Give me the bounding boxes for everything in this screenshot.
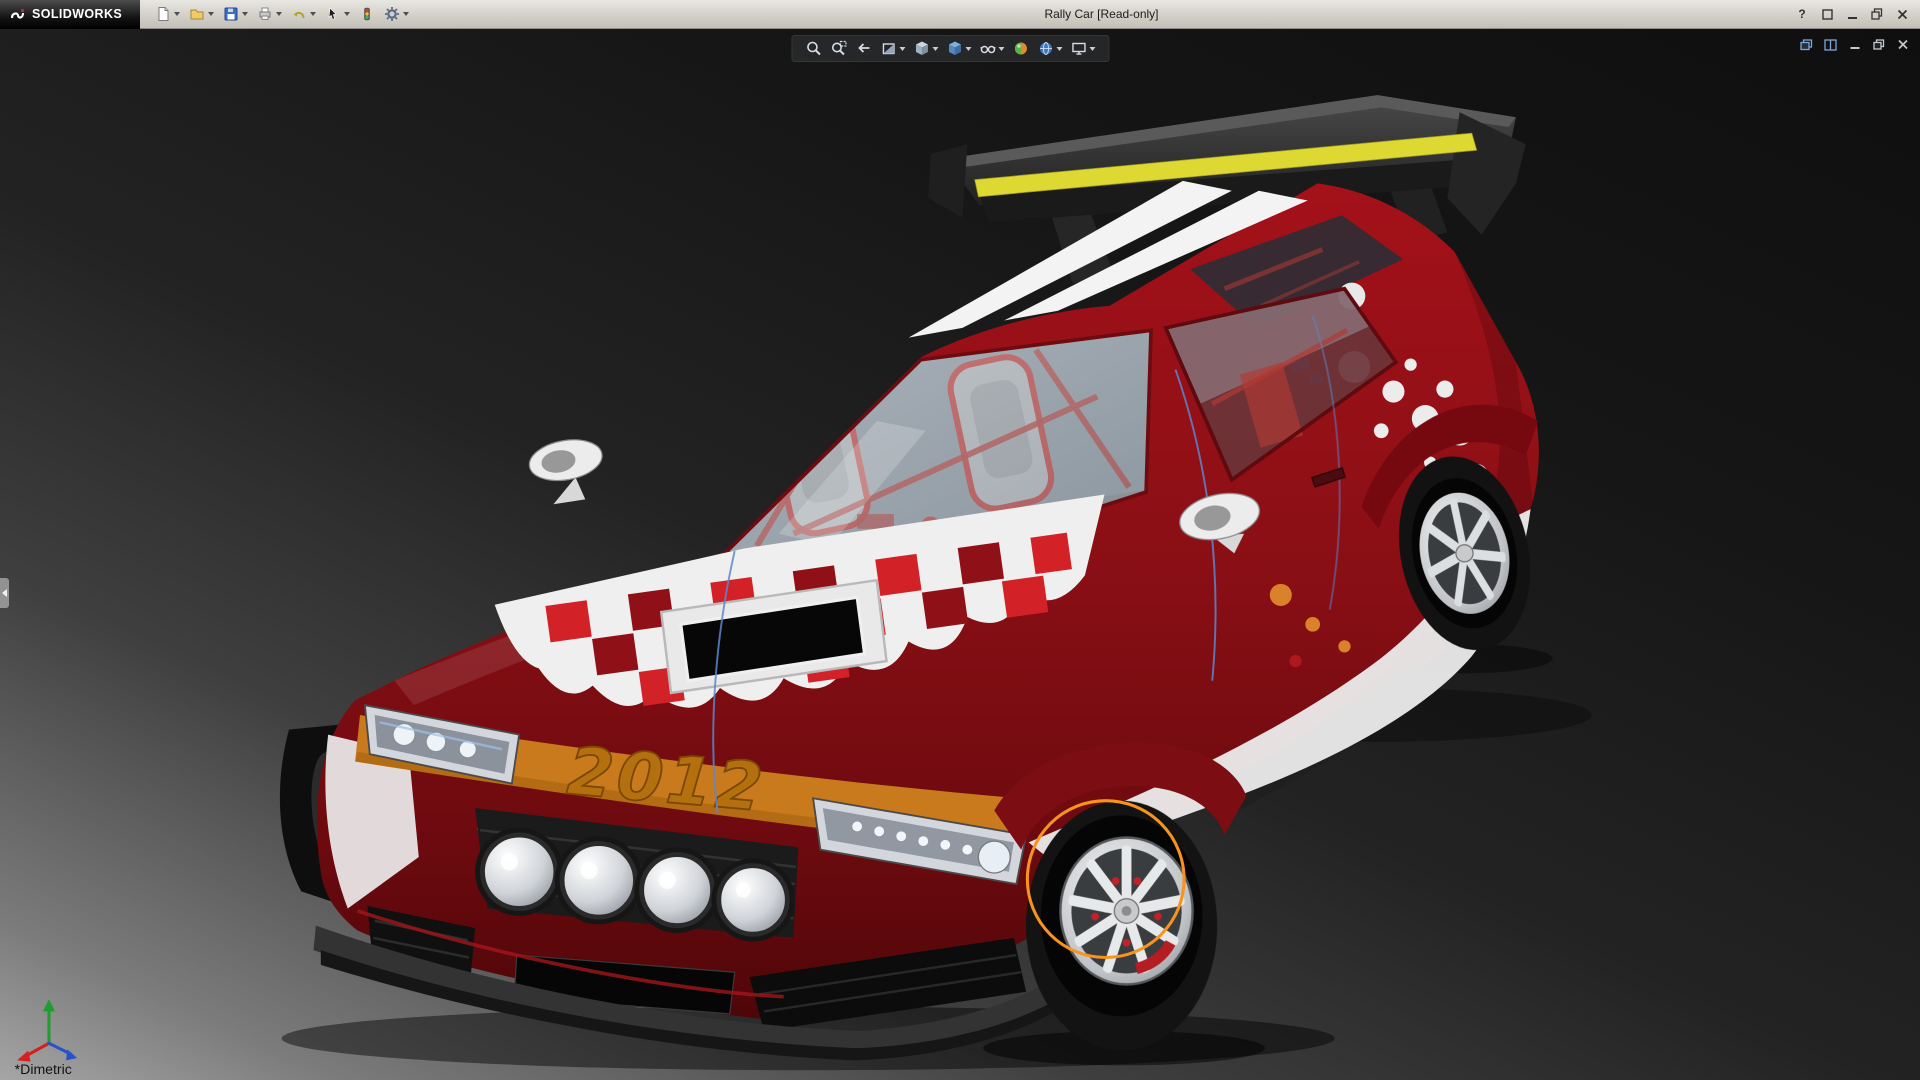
doc-restore-icon bbox=[1873, 39, 1885, 50]
window-controls: ? bbox=[1791, 5, 1920, 24]
view-settings-button[interactable] bbox=[1070, 40, 1095, 57]
dropdown-caret bbox=[208, 12, 214, 16]
doc-minimize-button[interactable] bbox=[1846, 37, 1863, 52]
save-button[interactable] bbox=[220, 4, 251, 24]
left-mirror bbox=[526, 434, 605, 504]
cascade-windows-button[interactable] bbox=[1798, 37, 1815, 52]
view-orientation-button[interactable] bbox=[913, 40, 938, 57]
help-button[interactable]: ? bbox=[1791, 5, 1813, 24]
cascade-icon bbox=[1800, 39, 1813, 51]
dropdown-caret bbox=[965, 47, 971, 51]
view-settings-icon bbox=[1070, 40, 1087, 57]
rebuild-icon bbox=[359, 6, 375, 22]
restore-icon bbox=[1871, 8, 1883, 20]
solidworks-window: SOLIDWORKS bbox=[0, 0, 1920, 1080]
options-button[interactable] bbox=[381, 4, 412, 24]
logo-text: SOLIDWORKS bbox=[32, 7, 122, 21]
section-view-icon bbox=[880, 40, 897, 57]
previous-view-button[interactable] bbox=[855, 40, 872, 57]
tile-icon bbox=[1824, 39, 1837, 51]
doc-close-icon bbox=[1897, 39, 1909, 50]
display-style-button[interactable] bbox=[946, 40, 971, 57]
panel-expand-handle[interactable] bbox=[0, 578, 9, 608]
doc-restore-button[interactable] bbox=[1870, 37, 1887, 52]
standard-toolbar bbox=[152, 4, 412, 24]
open-folder-icon bbox=[189, 6, 205, 22]
dropdown-caret bbox=[932, 47, 938, 51]
fullscreen-icon bbox=[1822, 9, 1833, 20]
hide-show-items-icon bbox=[979, 40, 996, 57]
dropdown-caret bbox=[1089, 47, 1095, 51]
print-button[interactable] bbox=[254, 4, 285, 24]
rally-car-model[interactable]: 2012 bbox=[280, 95, 1547, 1060]
previous-view-icon bbox=[855, 40, 872, 57]
section-view-button[interactable] bbox=[880, 40, 905, 57]
save-icon bbox=[223, 6, 239, 22]
tile-windows-button[interactable] bbox=[1822, 37, 1839, 52]
graphics-area[interactable]: 2012 bbox=[0, 29, 1920, 1080]
select-cursor-icon bbox=[325, 6, 341, 22]
undo-button[interactable] bbox=[288, 4, 319, 24]
new-document-button[interactable] bbox=[152, 4, 183, 24]
orientation-label: *Dimetric bbox=[15, 1061, 72, 1077]
options-gear-icon bbox=[384, 6, 400, 22]
doc-minimize-icon bbox=[1849, 39, 1861, 50]
front-right-wheel[interactable] bbox=[1026, 801, 1217, 1051]
edit-appearance-button[interactable] bbox=[1012, 40, 1029, 57]
close-icon bbox=[1897, 9, 1908, 20]
dropdown-caret bbox=[998, 47, 1004, 51]
undo-icon bbox=[291, 6, 307, 22]
minimize-button[interactable] bbox=[1841, 5, 1863, 24]
hide-show-items-button[interactable] bbox=[979, 40, 1004, 57]
open-document-button[interactable] bbox=[186, 4, 217, 24]
window-title: Rally Car [Read-only] bbox=[412, 7, 1791, 21]
dropdown-caret bbox=[344, 12, 350, 16]
heads-up-view-toolbar bbox=[791, 35, 1109, 62]
dropdown-caret bbox=[899, 47, 905, 51]
document-window-controls bbox=[1798, 37, 1911, 52]
select-button[interactable] bbox=[322, 4, 353, 24]
new-document-icon bbox=[155, 6, 171, 22]
orientation-triad bbox=[17, 999, 77, 1061]
zoom-to-area-icon bbox=[830, 40, 847, 57]
minimize-icon bbox=[1847, 9, 1858, 20]
rebuild-button[interactable] bbox=[356, 4, 378, 24]
dropdown-caret bbox=[174, 12, 180, 16]
dropdown-caret bbox=[310, 12, 316, 16]
zoom-to-area-button[interactable] bbox=[830, 40, 847, 57]
restore-button[interactable] bbox=[1866, 5, 1888, 24]
titlebar: SOLIDWORKS bbox=[0, 0, 1920, 29]
help-label: ? bbox=[1798, 7, 1805, 21]
close-button[interactable] bbox=[1891, 5, 1913, 24]
print-icon bbox=[257, 6, 273, 22]
fullscreen-button[interactable] bbox=[1816, 5, 1838, 24]
display-style-icon bbox=[946, 40, 963, 57]
doc-close-button[interactable] bbox=[1894, 37, 1911, 52]
apply-scene-icon bbox=[1037, 40, 1054, 57]
solidworks-logo: SOLIDWORKS bbox=[0, 0, 140, 29]
zoom-to-fit-icon bbox=[805, 40, 822, 57]
dropdown-caret bbox=[403, 12, 409, 16]
apply-scene-button[interactable] bbox=[1037, 40, 1062, 57]
dropdown-caret bbox=[1056, 47, 1062, 51]
edit-appearance-icon bbox=[1012, 40, 1029, 57]
chevron-left-icon bbox=[2, 589, 7, 597]
dropdown-caret bbox=[242, 12, 248, 16]
solidworks-logo-icon bbox=[9, 6, 26, 23]
dropdown-caret bbox=[276, 12, 282, 16]
zoom-to-fit-button[interactable] bbox=[805, 40, 822, 57]
graphics-viewport[interactable]: 2012 bbox=[0, 29, 1920, 1080]
view-orientation-icon bbox=[913, 40, 930, 57]
